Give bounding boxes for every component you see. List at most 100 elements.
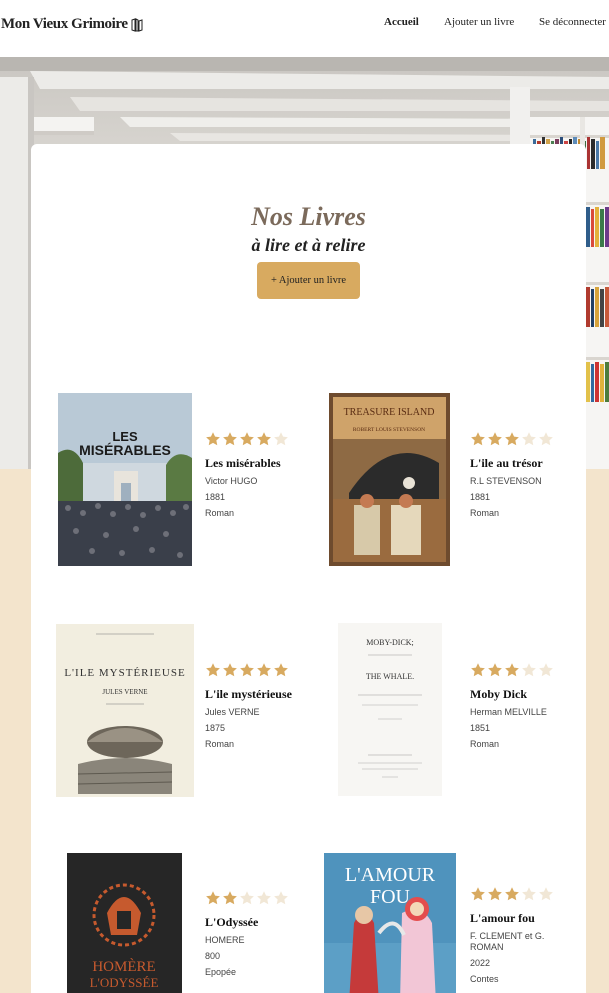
cover-author: JULES VERNE [102,688,147,696]
book-title: Moby Dick [470,687,527,701]
book-genre: Contes [470,974,499,984]
rating-stars [470,431,560,448]
book-info: L'amour fou F. CLEMENT et G. ROMAN 2022 … [470,886,560,985]
rating-stars [470,662,560,679]
book-author: Victor HUGO [205,476,258,486]
book-author: Herman MELVILLE [470,707,547,717]
book-author: F. CLEMENT et G. ROMAN [470,931,545,952]
star-filled-icon [240,663,254,677]
book-genre: Roman [470,508,500,518]
book-cover-image: L'ILE MYSTÉRIEUSE JULES VERNE [56,624,194,797]
star-filled-icon [488,432,502,446]
rating-stars [205,662,295,679]
book-logo-icon [131,17,143,32]
star-filled-icon [206,891,220,905]
book-genre: Epopée [205,967,237,977]
book-genre: Roman [205,739,235,749]
nav-home-link[interactable]: Accueil [384,16,419,28]
cover-title-line1: HOMÈRE [92,958,155,975]
book-card-ile-mysterieuse[interactable]: L'ILE MYSTÉRIEUSE JULES VERNE L'ile myst… [56,624,296,799]
book-author: HOMERE [205,935,245,945]
star-filled-icon [488,887,502,901]
site-logo[interactable]: Mon Vieux Grimoire [1,16,143,33]
book-cover-image: HOMÈRE L'ODYSSÉE [67,853,182,993]
book-info: Moby Dick Herman MELVILLE 1851 Roman [470,662,560,750]
book-year: 1881 [205,492,226,502]
book-author: Jules VERNE [205,707,260,717]
book-info: L'ile mystérieuse Jules VERNE 1875 Roman [205,662,295,750]
cover-title-line1: L'AMOUR [345,864,436,886]
book-cover-image: TREASURE ISLAND ROBERT LOUIS STEVENSON [329,393,450,566]
logo-text: Mon Vieux Grimoire [1,16,128,32]
star-filled-icon [505,663,519,677]
book-info: Les misérables Victor HUGO 1881 Roman [205,431,295,519]
book-card-amour-fou[interactable]: L'AMOUR FOU L'amour fou F. CLEMENT et G.… [324,853,574,993]
star-filled-icon [206,663,220,677]
star-empty-icon [274,891,288,905]
cover-title-line2: THE WHALE. [366,672,414,681]
star-filled-icon [257,432,271,446]
book-card-odyssee[interactable]: HOMÈRE L'ODYSSÉE L'Odyssée HOMERE 800 Ep… [67,853,307,993]
rating-stars [470,886,560,903]
book-cover-image: LES MISÉRABLES [58,393,192,566]
star-filled-icon [257,663,271,677]
book-year: 2022 [470,958,491,968]
book-info: L'ile au trésor R.L STEVENSON 1881 Roman [470,431,560,519]
cover-title: L'ILE MYSTÉRIEUSE [64,667,185,679]
book-card-les-miserables[interactable]: LES MISÉRABLES Les misérables Victor HUG… [58,393,298,568]
book-title: Les misérables [205,456,281,470]
star-filled-icon [471,432,485,446]
page-title: Nos Livres [251,202,366,231]
star-empty-icon [240,891,254,905]
book-year: 1875 [205,723,226,733]
book-author: R.L STEVENSON [470,476,542,486]
rating-stars [205,890,295,907]
book-year: 1881 [470,492,491,502]
star-empty-icon [539,663,553,677]
book-year: 800 [205,951,221,961]
cover-title-line2: FOU [370,886,411,908]
star-empty-icon [522,663,536,677]
star-empty-icon [257,891,271,905]
cover-author: ROBERT LOUIS STEVENSON [353,427,425,433]
star-filled-icon [206,432,220,446]
book-card-ile-au-tresor[interactable]: TREASURE ISLAND ROBERT LOUIS STEVENSON L… [329,393,569,568]
book-cover-image: MOBY-DICK; THE WHALE. [338,623,442,796]
cover-title-line2: MISÉRABLES [79,442,171,458]
book-genre: Roman [205,508,235,518]
star-filled-icon [471,887,485,901]
book-cover-image: L'AMOUR FOU [324,853,456,993]
nav-logout-link[interactable]: Se déconnecter [539,16,606,28]
book-genre: Roman [470,739,500,749]
star-filled-icon [274,663,288,677]
star-filled-icon [471,663,485,677]
rating-stars [205,431,295,448]
star-filled-icon [223,663,237,677]
cover-title: TREASURE ISLAND [344,407,435,418]
cover-title-line1: MOBY-DICK; [366,638,414,647]
star-empty-icon [539,887,553,901]
star-filled-icon [240,432,254,446]
book-info: L'Odyssée HOMERE 800 Epopée [205,890,295,978]
star-empty-icon [522,887,536,901]
star-empty-icon [522,432,536,446]
page-subtitle: à lire et à relire [251,235,366,255]
star-filled-icon [488,663,502,677]
add-book-button[interactable]: + Ajouter un livre [257,262,360,299]
star-filled-icon [223,432,237,446]
book-title: L'Odyssée [205,915,259,929]
books-card: Nos Livres à lire et à relire + Ajouter … [31,144,586,993]
top-header: Mon Vieux Grimoire Accueil Ajouter un li… [0,0,609,57]
book-title: L'ile mystérieuse [205,687,292,701]
book-card-moby-dick[interactable]: MOBY-DICK; THE WHALE. Moby Dick Herman M… [338,623,578,798]
book-year: 1851 [470,723,491,733]
cover-title-line2: L'ODYSSÉE [90,975,159,990]
book-title: L'ile au trésor [470,456,543,470]
star-filled-icon [505,432,519,446]
book-title: L'amour fou [470,911,535,925]
star-empty-icon [539,432,553,446]
star-filled-icon [505,887,519,901]
star-filled-icon [223,891,237,905]
star-empty-icon [274,432,288,446]
nav-add-book-link[interactable]: Ajouter un livre [444,16,514,28]
